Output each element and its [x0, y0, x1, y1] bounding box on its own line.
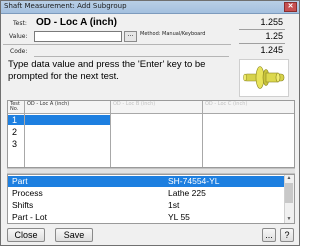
info-key: Part	[12, 176, 28, 186]
divider	[3, 44, 231, 45]
info-list: Part SH-74554-YL Process Lathe 225 Shift…	[7, 174, 295, 224]
info-value: YL 55	[168, 212, 190, 222]
grid-cell-active[interactable]	[25, 115, 110, 125]
save-button[interactable]: Save	[55, 228, 93, 242]
scroll-up-icon[interactable]: ▲	[285, 175, 293, 182]
help-button[interactable]: ?	[280, 228, 294, 242]
options-button[interactable]: ...	[262, 228, 276, 242]
shaft-part-image	[239, 59, 289, 97]
info-key: Process	[12, 188, 43, 198]
grid-column-loc-a: OD - Loc A (inch)	[25, 101, 111, 167]
info-value: 1st	[168, 200, 180, 210]
info-key: Shifts	[12, 200, 34, 210]
info-value: SH-74554-YL	[168, 176, 220, 186]
value-input[interactable]	[34, 31, 122, 42]
test-data-grid: Test No. 1 2 3 OD - Loc A (inch) OD - Lo…	[7, 100, 295, 168]
grid-column-test-no: Test No. 1 2 3	[8, 101, 25, 167]
info-row[interactable]: Shifts 1st	[8, 200, 284, 211]
method-text: Method: Manual/Keyboard	[140, 31, 206, 37]
subgroup-window: Shaft Measurement: Add Subgroup ✕ Test: …	[0, 0, 300, 246]
instruction-text: Type data value and press the 'Enter' ke…	[8, 59, 206, 82]
info-scrollbar[interactable]: ▲ ▼	[284, 175, 294, 223]
scroll-down-icon[interactable]: ▼	[285, 216, 293, 223]
info-value: Lathe 225	[168, 188, 206, 198]
grid-row-number[interactable]: 2	[8, 127, 24, 137]
spec-upper: 1.255	[260, 17, 283, 27]
info-row[interactable]: Process Lathe 225	[8, 188, 284, 199]
title-bar: Shaft Measurement: Add Subgroup ✕	[1, 1, 299, 14]
test-name: OD - Loc A (inch)	[36, 17, 117, 28]
spec-divider	[239, 43, 285, 44]
window-title: Shaft Measurement: Add Subgroup	[4, 2, 127, 10]
grid-header-loc-a: OD - Loc A (inch)	[25, 101, 110, 114]
grid-header-loc-b: OD - Loc B (inch)	[111, 101, 202, 114]
shaft-icon	[243, 66, 285, 89]
info-row[interactable]: Part SH-74554-YL	[8, 176, 284, 187]
grid-header-loc-c: OD - Loc C (inch)	[203, 101, 294, 114]
info-key: Part - Lot	[12, 212, 47, 222]
grid-column-loc-c: OD - Loc C (inch)	[203, 101, 294, 167]
grid-column-loc-b: OD - Loc B (inch)	[111, 101, 203, 167]
info-row[interactable]: Part - Lot YL 55	[8, 212, 284, 223]
browse-button[interactable]: ...	[124, 31, 137, 42]
spec-target: 1.25	[265, 31, 283, 41]
code-field[interactable]	[34, 47, 229, 57]
grid-row-number[interactable]: 1	[8, 115, 24, 125]
value-label: Value:	[9, 33, 28, 40]
code-label: Code:	[10, 48, 28, 55]
grid-header-test-no: Test No.	[8, 101, 24, 114]
test-label: Test:	[13, 20, 27, 27]
spec-divider	[239, 29, 285, 30]
close-button[interactable]: Close	[7, 228, 45, 242]
spec-lower: 1.245	[260, 45, 283, 55]
close-window-icon[interactable]: ✕	[284, 2, 297, 12]
grid-row-number[interactable]: 3	[8, 139, 24, 149]
scroll-thumb[interactable]	[285, 183, 293, 203]
